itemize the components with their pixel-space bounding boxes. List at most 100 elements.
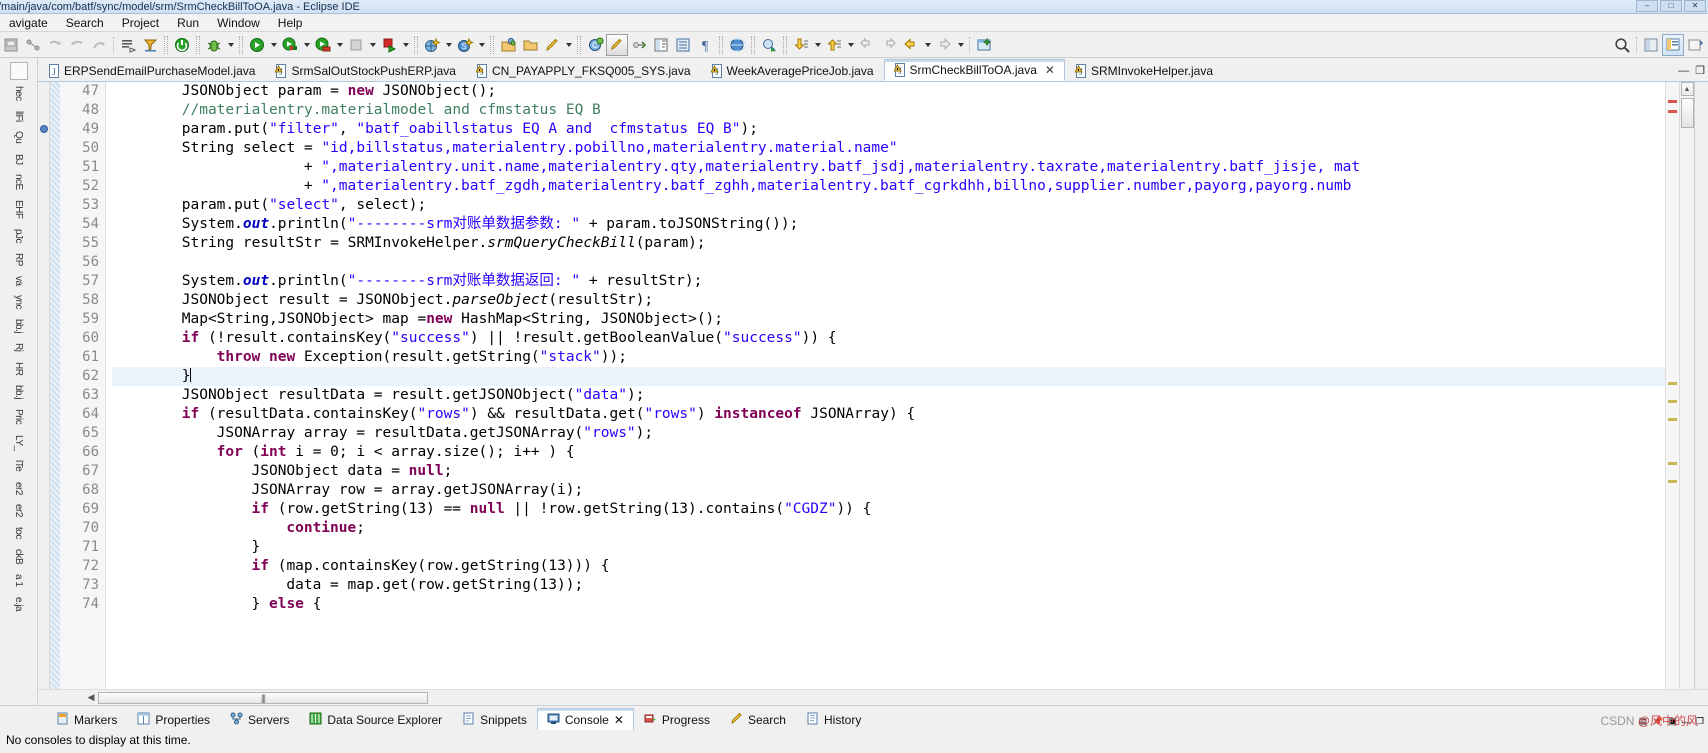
run-as-dropdown-arrow[interactable]	[301, 34, 312, 56]
editor-horizontal-scrollbar[interactable]: ◀ |||	[38, 689, 1708, 705]
back-dropdown-arrow[interactable]	[922, 34, 933, 56]
fast-view-label-12[interactable]: HR	[13, 362, 24, 375]
fast-view-label-7[interactable]: RP	[13, 253, 24, 266]
code-line-57[interactable]: System.out.println("--------srm对账单数据返回: …	[112, 272, 1665, 291]
new-java-project-icon[interactable]	[22, 34, 44, 56]
new-window-icon[interactable]	[973, 34, 995, 56]
code-line-58[interactable]: JSONObject result = JSONObject.parseObje…	[112, 291, 1665, 310]
code-line-50[interactable]: String select = "id,billstatus,materiale…	[112, 139, 1665, 158]
edit-dropdown-arrow[interactable]	[563, 34, 574, 56]
run-last-tool-icon[interactable]	[139, 34, 161, 56]
editor-tab-5[interactable]: JSRMInvokeHelper.java	[1065, 59, 1223, 81]
redo-icon[interactable]	[66, 34, 88, 56]
fast-view-label-2[interactable]: Qu	[13, 131, 24, 143]
code-line-47[interactable]: JSONObject param = new JSONObject();	[112, 82, 1665, 101]
back-history-icon[interactable]	[856, 34, 878, 56]
link-icon[interactable]	[628, 34, 650, 56]
fast-view-label-18[interactable]: er2	[13, 504, 24, 517]
code-editor[interactable]: 4748495051525354555657585960616263646566…	[38, 82, 1708, 689]
terminate-icon[interactable]	[171, 34, 193, 56]
fast-view-label-6[interactable]: pJc	[13, 229, 24, 243]
code-line-56[interactable]	[112, 253, 1665, 272]
fast-view-label-20[interactable]: ckB	[13, 549, 24, 564]
restore-view-icon[interactable]	[10, 62, 28, 80]
code-line-55[interactable]: String resultStr = SRMInvokeHelper.srmQu…	[112, 234, 1665, 253]
skip-breakpoints-icon[interactable]	[117, 34, 139, 56]
code-line-73[interactable]: data = map.get(row.getString(13));	[112, 576, 1665, 595]
fast-view-label-17[interactable]: er2	[13, 482, 24, 495]
bottom-tab-console[interactable]: Console✕	[537, 708, 634, 730]
editor-tab-close-icon[interactable]: ✕	[1045, 63, 1055, 77]
breakpoint-marker-icon[interactable]	[40, 125, 48, 133]
fast-view-label-16[interactable]: lTe	[13, 460, 24, 471]
run-to-line-dropdown-arrow[interactable]	[400, 34, 411, 56]
run-as-server-icon[interactable]	[279, 34, 301, 56]
code-line-52[interactable]: + ",materialentry.batf_zgdh,materialentr…	[112, 177, 1665, 196]
code-line-59[interactable]: Map<String,JSONObject> map =new HashMap<…	[112, 310, 1665, 329]
run-to-line-icon[interactable]	[378, 34, 400, 56]
fast-view-label-5[interactable]: EHF	[13, 200, 24, 219]
menu-navigate[interactable]: avigate	[0, 14, 57, 32]
editor-tab-4[interactable]: JSrmCheckBillToOA.java✕	[884, 59, 1065, 81]
debug-icon[interactable]	[203, 34, 225, 56]
fast-view-label-13[interactable]: bb.j	[13, 385, 24, 399]
search-ref-icon[interactable]	[758, 34, 780, 56]
code-line-61[interactable]: throw new Exception(result.getString("st…	[112, 348, 1665, 367]
new-wizard-icon[interactable]	[421, 34, 443, 56]
fast-view-label-3[interactable]: BJ	[13, 154, 24, 165]
code-line-64[interactable]: if (resultData.containsKey("rows") && re…	[112, 405, 1665, 424]
code-line-72[interactable]: if (map.containsKey(row.getString(13))) …	[112, 557, 1665, 576]
window-controls[interactable]: – □ ✕	[1636, 0, 1706, 12]
toggle-view-icon[interactable]	[650, 34, 672, 56]
open-folder-icon[interactable]	[519, 34, 541, 56]
hscroll-left-button[interactable]: ◀	[84, 692, 98, 703]
pencil-highlight-icon[interactable]	[606, 34, 628, 56]
forward-history-icon[interactable]	[878, 34, 900, 56]
fast-view-label-9[interactable]: ync	[13, 295, 24, 309]
globe-icon[interactable]	[726, 34, 748, 56]
open-perspective-icon[interactable]	[1684, 34, 1706, 56]
code-line-70[interactable]: continue;	[112, 519, 1665, 538]
search-dropdown-arrow[interactable]	[476, 34, 487, 56]
undo-icon[interactable]	[44, 34, 66, 56]
edit-icon[interactable]	[541, 34, 563, 56]
search-icon-sm[interactable]: S	[454, 34, 476, 56]
bottom-tab-progress[interactable]: Progress	[634, 708, 720, 730]
code-line-54[interactable]: System.out.println("--------srm对账单数据参数: …	[112, 215, 1665, 234]
search-magnifier-icon[interactable]	[1611, 34, 1633, 56]
forward-icon[interactable]	[88, 34, 110, 56]
new-java-class-icon[interactable]: C	[584, 34, 606, 56]
bottom-tab-search[interactable]: Search	[720, 708, 796, 730]
scroll-up-button[interactable]: ▲	[1681, 82, 1694, 96]
code-text[interactable]: JSONObject param = new JSONObject();//ma…	[106, 82, 1665, 689]
code-line-53[interactable]: param.put("select", select);	[112, 196, 1665, 215]
code-line-69[interactable]: if (row.getString(13) == null || !row.ge…	[112, 500, 1665, 519]
fast-view-label-1[interactable]: llFi	[13, 111, 24, 122]
code-line-65[interactable]: JSONArray array = resultData.getJSONArra…	[112, 424, 1665, 443]
fast-view-label-21[interactable]: a 1	[13, 574, 24, 586]
code-line-74[interactable]: } else {	[112, 595, 1665, 614]
maximize-button[interactable]: □	[1660, 0, 1682, 12]
code-line-63[interactable]: JSONObject resultData = result.getJSONOb…	[112, 386, 1665, 405]
close-button[interactable]: ✕	[1684, 0, 1706, 12]
bottom-tab-markers[interactable]: Markers	[46, 708, 127, 730]
menu-run[interactable]: Run	[168, 14, 208, 32]
fast-view-label-0[interactable]: hec	[13, 86, 24, 101]
fast-view-label-22[interactable]: e.ja	[13, 597, 24, 611]
stop-dropdown-arrow[interactable]	[367, 34, 378, 56]
profile-icon[interactable]	[312, 34, 334, 56]
run-icon[interactable]	[246, 34, 268, 56]
code-line-66[interactable]: for (int i = 0; i < array.size(); i++ ) …	[112, 443, 1665, 462]
perspective-java-icon[interactable]	[1640, 34, 1662, 56]
bottom-tab-properties[interactable]: Properties	[127, 708, 220, 730]
fast-view-label-8[interactable]: va	[13, 276, 24, 286]
run-dropdown-arrow[interactable]	[268, 34, 279, 56]
save-icon[interactable]	[0, 34, 22, 56]
editor-maximize-icon[interactable]: ❐	[1695, 64, 1705, 77]
editor-tab-0[interactable]: JERPSendEmailPurchaseModel.java	[38, 59, 265, 81]
debug-dropdown-arrow[interactable]	[225, 34, 236, 56]
code-line-51[interactable]: + ",materialentry.unit.name,materialentr…	[112, 158, 1665, 177]
code-line-60[interactable]: if (!result.containsKey("success") || !r…	[112, 329, 1665, 348]
code-line-68[interactable]: JSONArray row = array.getJSONArray(i);	[112, 481, 1665, 500]
next-annotation-icon[interactable]	[790, 34, 812, 56]
